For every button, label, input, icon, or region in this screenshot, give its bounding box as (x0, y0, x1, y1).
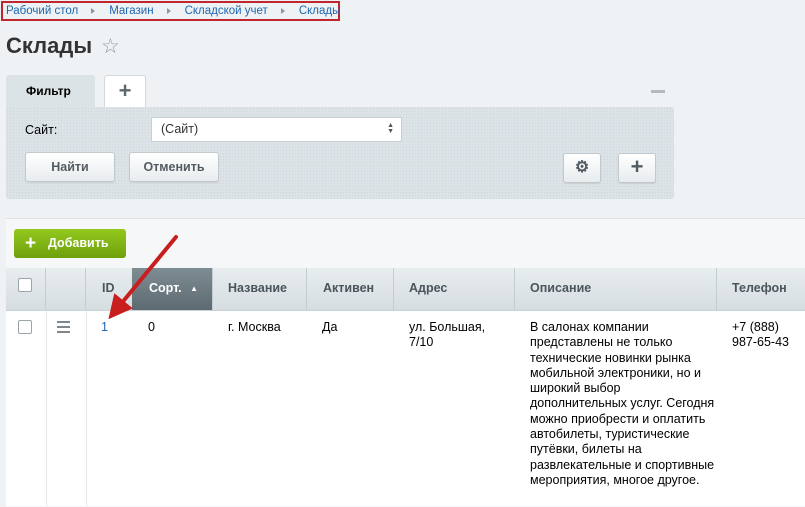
annotation-arrow-icon (108, 235, 178, 320)
